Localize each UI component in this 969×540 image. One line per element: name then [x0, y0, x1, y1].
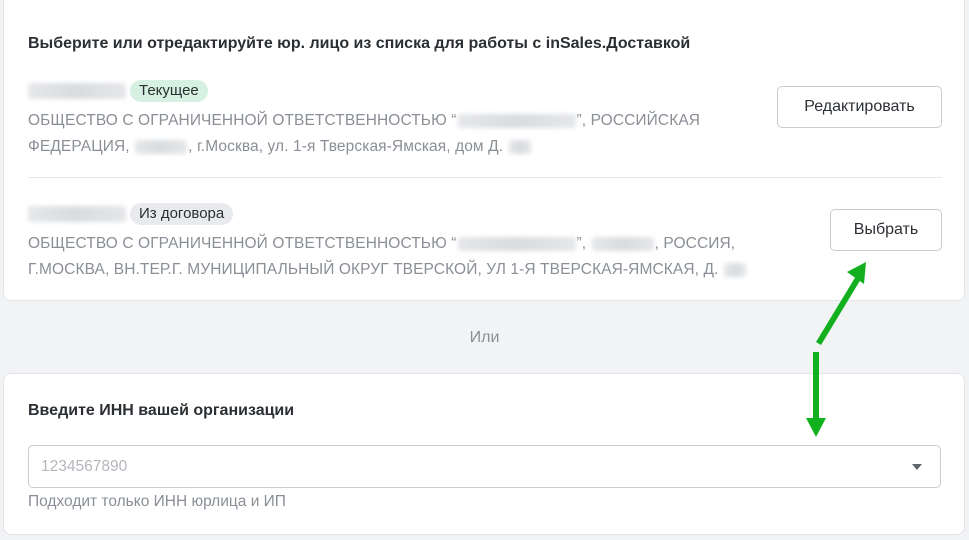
entity-name-row: Из договора [28, 202, 942, 226]
legal-entities-title: Выберите или отредактируйте юр. лицо из … [28, 35, 691, 52]
address-text: ОБЩЕСТВО С ОГРАНИЧЕННОЙ ОТВЕТСТВЕННОСТЬЮ… [28, 112, 457, 129]
entity-address: ОБЩЕСТВО С ОГРАНИЧЕННОЙ ОТВЕТСТВЕННОСТЬЮ… [28, 231, 768, 283]
inn-card: Введите ИНН вашей организации Подходит т… [3, 373, 965, 535]
legal-entity-item: Из договора ОБЩЕСТВО С ОГРАНИЧЕННОЙ ОТВЕ… [28, 202, 942, 292]
inn-select[interactable] [28, 445, 941, 488]
address-text: , г.Москва, ул. 1-я Тверская-Ямская, дом… [188, 138, 508, 155]
redacted-name [28, 83, 126, 99]
address-text: ОБЩЕСТВО С ОГРАНИЧЕННОЙ ОТВЕТСТВЕННОСТЬЮ… [28, 235, 457, 252]
entity-divider [28, 177, 942, 178]
redacted-value [508, 139, 531, 154]
legal-entities-card: Выберите или отредактируйте юр. лицо из … [3, 0, 965, 301]
redacted-value [457, 113, 576, 128]
redacted-name [28, 206, 126, 222]
edit-button[interactable]: Редактировать [777, 86, 942, 128]
redacted-value [457, 236, 576, 251]
entity-address: ОБЩЕСТВО С ОГРАНИЧЕННОЙ ОТВЕТСТВЕННОСТЬЮ… [28, 108, 768, 160]
status-badge-contract: Из договора [130, 203, 234, 225]
or-separator: Или [469, 329, 500, 346]
redacted-value [723, 262, 746, 277]
inn-title: Введите ИНН вашей организации [28, 402, 295, 419]
choose-button[interactable]: Выбрать [830, 209, 942, 251]
redacted-value [135, 139, 188, 154]
inn-hint: Подходит только ИНН юрлица и ИП [28, 493, 286, 510]
inn-input[interactable] [41, 446, 881, 487]
status-badge-current: Текущее [130, 80, 208, 102]
redacted-value [591, 236, 654, 251]
address-text: ”, [576, 235, 591, 252]
chevron-down-icon[interactable] [912, 464, 922, 470]
